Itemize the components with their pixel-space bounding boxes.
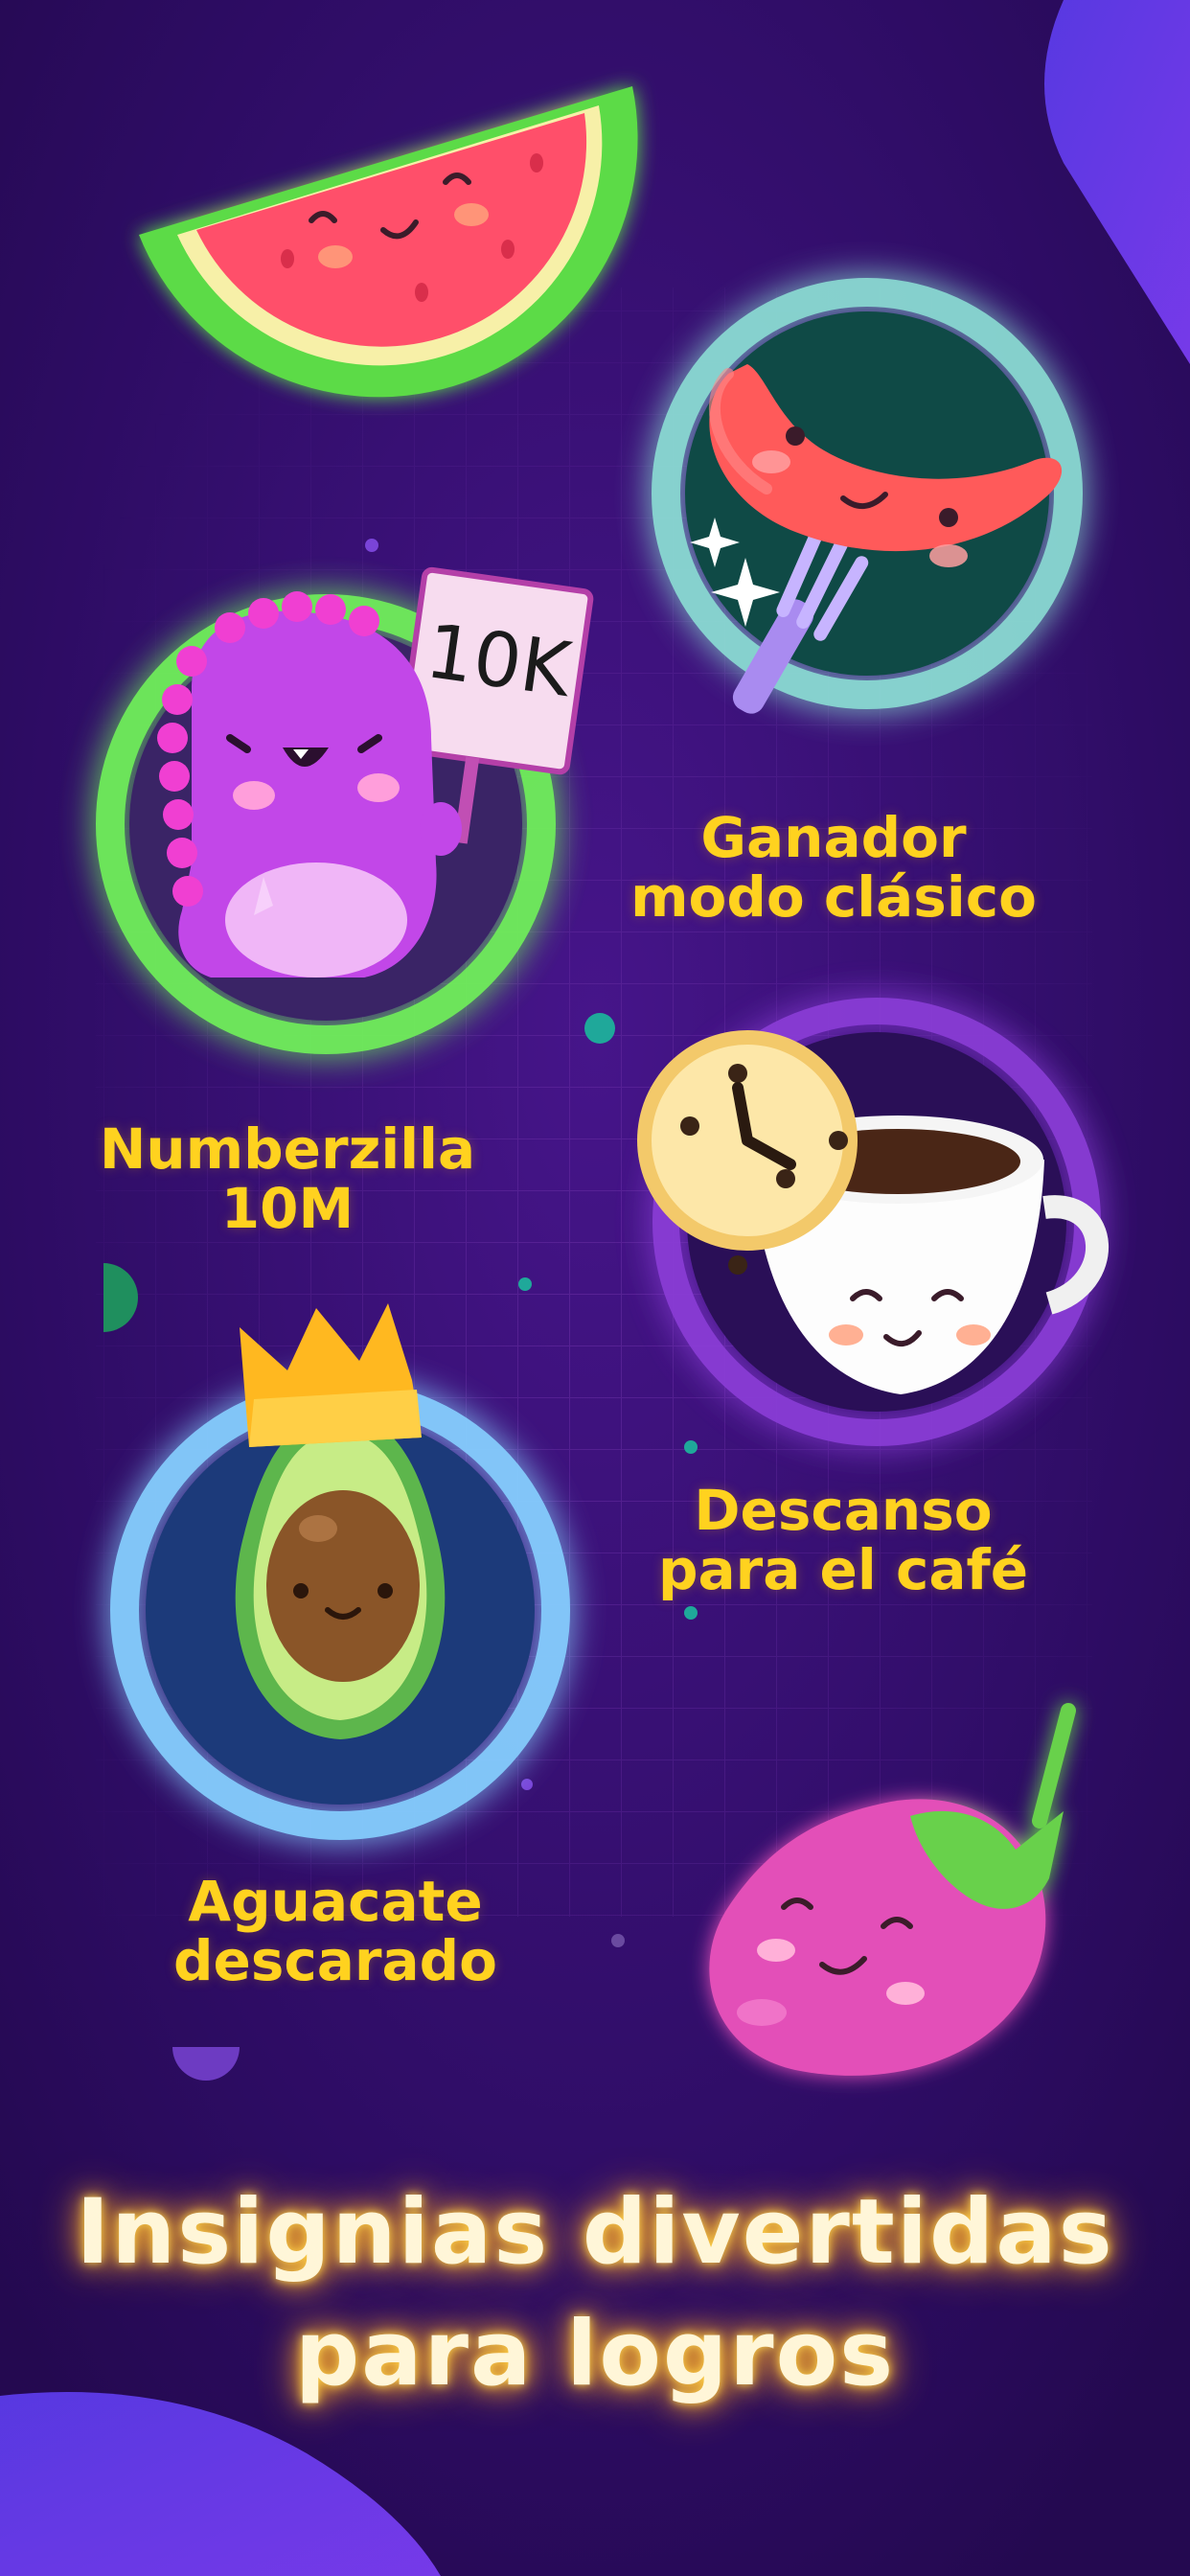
promo-screen: Ganador modo clásico Numberzilla 10M Des… [0, 0, 1190, 2576]
badge-label-line: Numberzilla [99, 1116, 476, 1182]
badge-label-classic-winner: Ganador modo clásico [584, 808, 1083, 927]
headline-line-1: Insignias divertidas [76, 2180, 1114, 2285]
badge-label-cheeky-avocado: Aguacate descarado [115, 1872, 556, 1990]
badge-label-line: modo clásico [630, 864, 1037, 930]
badge-label-line: Aguacate [188, 1869, 483, 1934]
badge-label-line: 10M [220, 1176, 355, 1241]
badge-label-line: para el café [657, 1537, 1029, 1602]
badge-label-line: Descanso [694, 1478, 993, 1543]
badge-label-coffee-break: Descanso para el café [613, 1481, 1073, 1599]
badge-label-line: descarado [172, 1928, 497, 1993]
badge-label-numberzilla: Numberzilla 10M [67, 1119, 508, 1238]
headline-line-2: para logros [294, 2302, 896, 2406]
sausage-fork-icon [652, 278, 1083, 714]
badge-label-line: Ganador [700, 805, 967, 870]
